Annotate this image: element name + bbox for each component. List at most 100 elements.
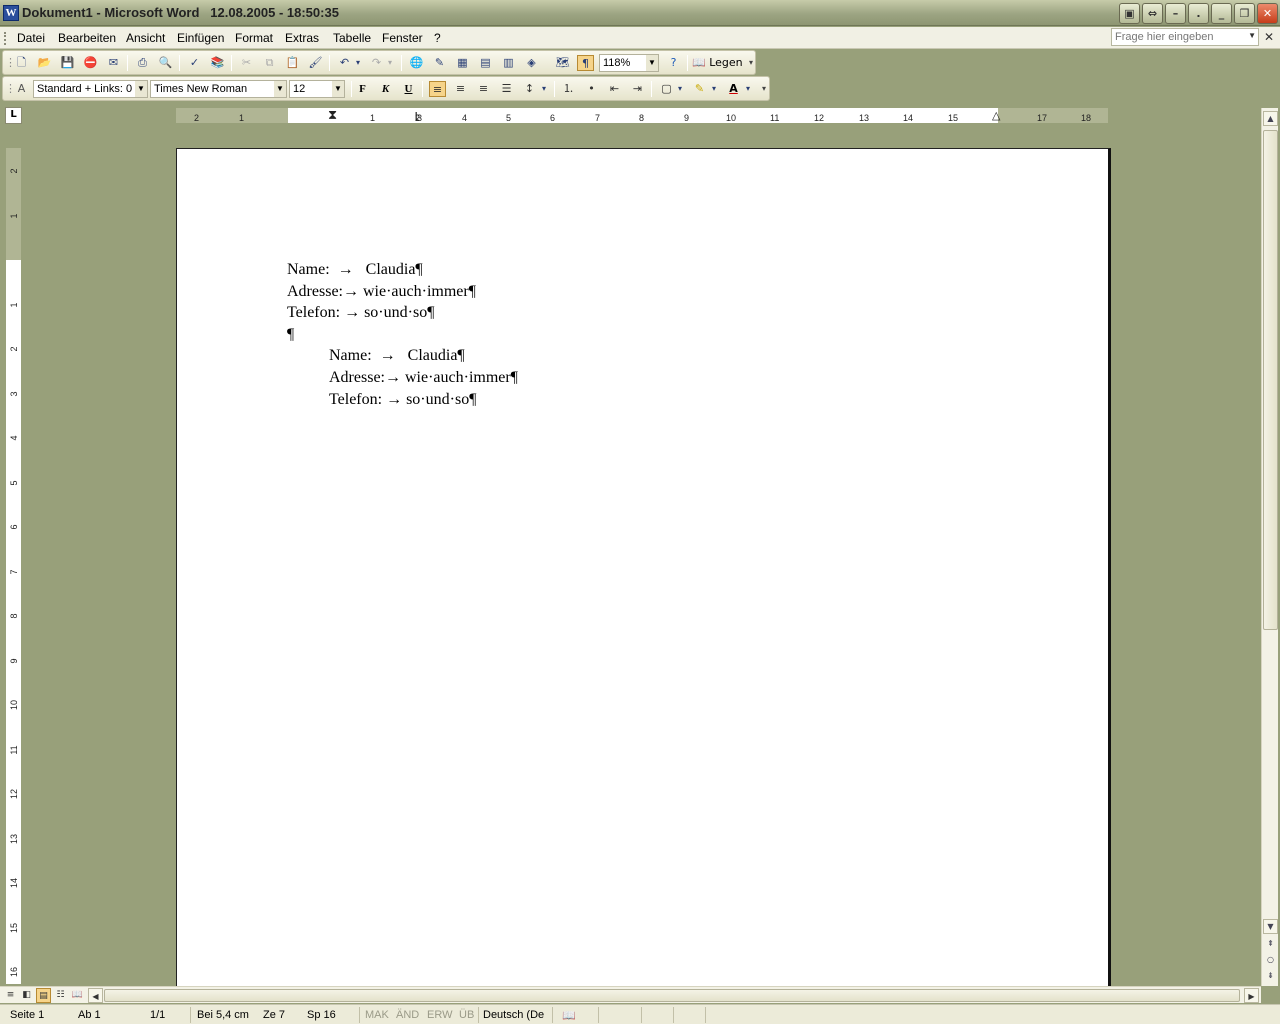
doc-line-phone[interactable]: Telefon: → so·und·so¶ — [287, 304, 434, 322]
close-button[interactable]: ✕ — [1257, 3, 1278, 24]
pin-icon[interactable]: ⇔ — [1142, 3, 1163, 24]
window-layout-icon[interactable]: ▣ — [1119, 3, 1140, 24]
normal-view-icon[interactable]: ≡ — [3, 988, 18, 1003]
chevron-down-icon[interactable]: ▼ — [646, 55, 658, 71]
format-painter-icon[interactable]: 🖌 — [307, 55, 324, 71]
vertical-scroll-thumb[interactable] — [1263, 130, 1278, 630]
copy-icon[interactable]: ⧉ — [261, 55, 278, 71]
email-icon[interactable]: ✉ — [105, 55, 122, 71]
italic-button[interactable]: K — [377, 81, 394, 97]
columns-icon[interactable]: ▥ — [500, 55, 517, 71]
document-map-icon[interactable]: 🗺 — [554, 55, 571, 71]
dot-button[interactable]: . — [1188, 3, 1209, 24]
font-color-dropdown-icon[interactable]: ▾ — [743, 81, 753, 97]
help-icon[interactable]: ? — [665, 55, 682, 71]
menu-tabelle[interactable]: Tabelle — [333, 31, 371, 45]
redo-dropdown-icon[interactable]: ▾ — [385, 55, 395, 71]
status-overtype[interactable]: ÜB — [459, 1009, 474, 1021]
tables-borders-icon[interactable]: ✎ — [431, 55, 448, 71]
borders-icon[interactable]: ▢ — [658, 81, 675, 97]
increase-indent-icon[interactable]: ⇥ — [629, 81, 646, 97]
reading-layout-icon[interactable]: 📖 — [70, 988, 85, 1003]
tab-selector[interactable]: L — [5, 107, 22, 124]
hyperlink-icon[interactable]: 🌐 — [408, 55, 425, 71]
justify-icon[interactable]: ☰ — [498, 81, 515, 97]
doc-line-empty[interactable]: ¶ — [287, 326, 294, 344]
undo-icon[interactable]: ↶ — [336, 55, 353, 71]
toolbar-grip[interactable]: ⋮ — [5, 55, 16, 71]
document-close-icon[interactable]: ✕ — [1264, 30, 1274, 44]
spelling-status-icon[interactable]: 📖 — [562, 1009, 576, 1022]
bullets-icon[interactable]: • — [583, 81, 600, 97]
doc-line-address[interactable]: Adresse:→ wie·auch·immer¶ — [287, 283, 476, 301]
vertical-ruler[interactable]: 2 1 1 2 3 4 5 6 7 8 9 10 11 12 13 14 15 … — [6, 148, 21, 984]
line-spacing-dropdown-icon[interactable]: ▾ — [539, 81, 549, 97]
align-right-icon[interactable]: ≡ — [475, 81, 492, 97]
doc-line-phone-indented[interactable]: Telefon: → so·und·so¶ — [329, 391, 476, 409]
print-layout-icon[interactable]: ▤ — [36, 988, 51, 1003]
align-left-icon[interactable]: ≡ — [429, 81, 446, 97]
toolbar-grip[interactable]: ⋮ — [5, 81, 16, 97]
first-line-indent-marker[interactable]: ⧗ — [328, 107, 337, 123]
show-formatting-icon[interactable]: ¶ — [577, 55, 594, 71]
outline-view-icon[interactable]: ☷ — [53, 988, 68, 1003]
cut-icon[interactable]: ✂ — [238, 55, 255, 71]
status-language[interactable]: Deutsch (De — [483, 1009, 544, 1021]
scroll-right-icon[interactable]: ▶ — [1244, 988, 1259, 1003]
word-app-icon[interactable]: W — [3, 5, 19, 21]
menu-einfuegen[interactable]: Einfügen — [177, 31, 224, 45]
doc-line-name[interactable]: Name: → Claudia¶ — [287, 261, 423, 279]
drawing-icon[interactable]: ◈ — [523, 55, 540, 71]
menu-fenster[interactable]: Fenster — [382, 31, 423, 45]
print-preview-icon[interactable]: 🔍 — [157, 55, 174, 71]
menu-help[interactable]: ? — [434, 31, 441, 45]
doc-line-name-indented[interactable]: Name: → Claudia¶ — [329, 347, 465, 365]
numbering-icon[interactable]: ⒈ — [560, 81, 577, 97]
minimize-button[interactable]: _ — [1211, 3, 1232, 24]
read-button[interactable]: 📖 Legen — [692, 55, 744, 71]
menu-bearbeiten[interactable]: Bearbeiten — [58, 31, 116, 45]
spelling-icon[interactable]: ✓ — [186, 55, 203, 71]
line-spacing-icon[interactable]: ↕ — [521, 81, 538, 97]
scroll-left-icon[interactable]: ◀ — [88, 988, 103, 1003]
menu-datei[interactable]: Datei — [17, 31, 45, 45]
insert-excel-icon[interactable]: ▤ — [477, 55, 494, 71]
chevron-down-icon[interactable]: ▼ — [1248, 31, 1256, 40]
horizontal-ruler[interactable]: 2 1 ⧗ 1 2 ⌊ 3 4 5 6 7 8 9 10 11 12 13 14… — [176, 107, 1108, 123]
align-center-icon[interactable]: ≡ — [452, 81, 469, 97]
highlight-dropdown-icon[interactable]: ▾ — [709, 81, 719, 97]
menu-extras[interactable]: Extras — [285, 31, 319, 45]
chevron-down-icon[interactable]: ▼ — [332, 81, 344, 97]
right-indent-marker[interactable]: △ — [992, 109, 1000, 122]
font-size-select[interactable]: 12 ▼ — [289, 80, 345, 98]
toolbar-options-icon[interactable]: ▾ — [747, 55, 755, 71]
menu-grip[interactable] — [4, 32, 6, 45]
select-browse-object-icon[interactable]: ○ — [1263, 953, 1278, 968]
borders-dropdown-icon[interactable]: ▾ — [675, 81, 685, 97]
previous-page-icon[interactable]: ⇞ — [1263, 937, 1278, 952]
styles-formatting-icon[interactable]: A — [13, 81, 30, 97]
permission-icon[interactable]: ⛔ — [82, 55, 99, 71]
document-page[interactable]: Name: → Claudia¶ Adresse:→ wie·auch·imme… — [176, 148, 1111, 988]
bold-button[interactable]: F — [354, 81, 371, 97]
restore-button[interactable]: ❐ — [1234, 3, 1255, 24]
undo-dropdown-icon[interactable]: ▾ — [353, 55, 363, 71]
chevron-down-icon[interactable]: ▼ — [135, 81, 147, 97]
highlight-icon[interactable]: ✎ — [691, 81, 708, 97]
toolbar-options-icon[interactable]: ▾ — [760, 81, 768, 97]
decrease-indent-icon[interactable]: ⇤ — [606, 81, 623, 97]
scroll-down-icon[interactable]: ▼ — [1263, 919, 1278, 934]
horizontal-scrollbar[interactable]: ≡ ◧ ▤ ☷ 📖 ◀ ▶ — [0, 986, 1261, 1003]
print-icon[interactable]: ⎙ — [134, 55, 151, 71]
new-document-icon[interactable]: 🗋 — [13, 55, 30, 71]
research-icon[interactable]: 📚 — [209, 55, 226, 71]
next-page-icon[interactable]: ⇟ — [1263, 969, 1278, 984]
menu-format[interactable]: Format — [235, 31, 273, 45]
style-select[interactable]: Standard + Links: 0 ▼ — [33, 80, 148, 98]
status-macro-record[interactable]: MAK — [365, 1009, 389, 1021]
insert-table-icon[interactable]: ▦ — [454, 55, 471, 71]
save-icon[interactable]: 💾 — [59, 55, 76, 71]
underline-button[interactable]: U — [400, 81, 417, 97]
vertical-scrollbar[interactable]: ▲ ▼ ⇞ ○ ⇟ — [1261, 108, 1278, 986]
status-extend[interactable]: ERW — [427, 1009, 452, 1021]
